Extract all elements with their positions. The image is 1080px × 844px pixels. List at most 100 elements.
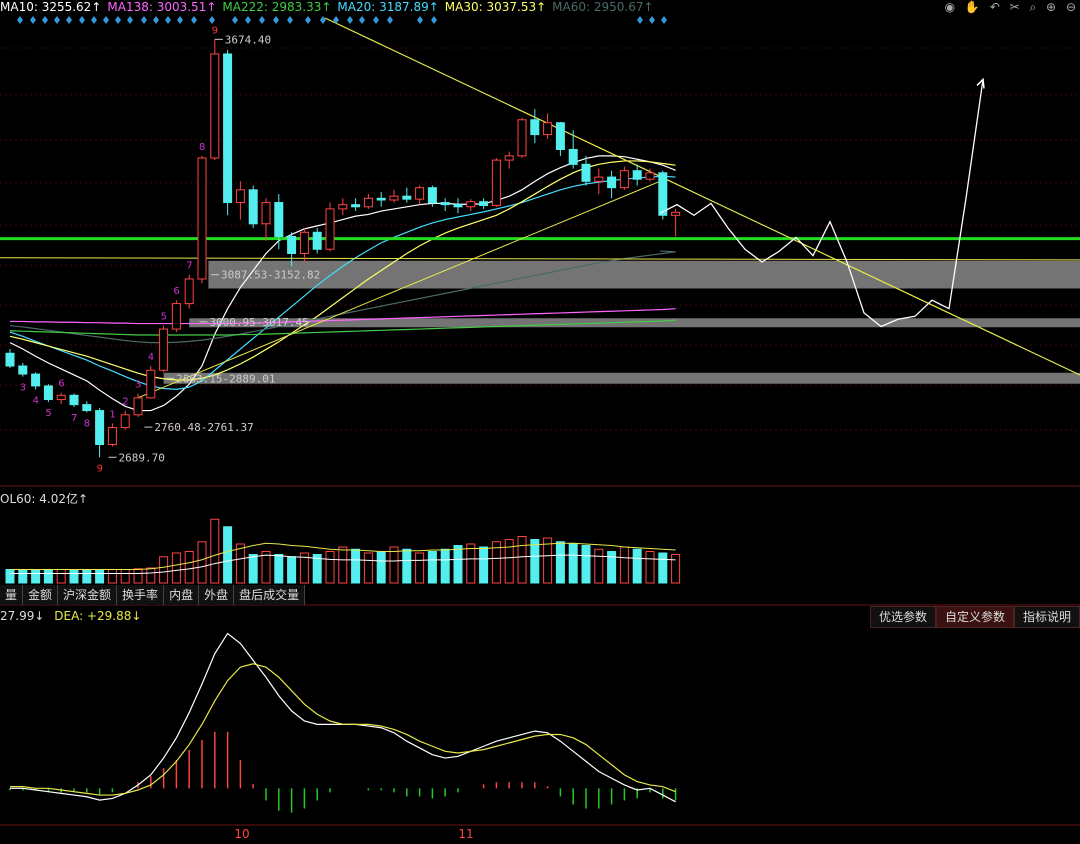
signal-diamond [287,16,293,24]
candle-body [56,394,66,401]
ma-legend-item: MA138: 3003.51↑ [107,0,217,14]
candle-body [299,231,309,254]
signal-diamond [661,16,667,24]
signal-diamond [232,16,238,24]
candle-body [5,352,15,367]
volume-bar [555,541,565,584]
volume-bar [376,551,386,584]
macd-dif-line [10,632,676,803]
price-annotation: 2863.15-2889.01 [176,372,275,385]
volume-bar [223,526,233,584]
price-annotation: 2689.70 [119,451,165,464]
volume-bar [69,569,79,584]
candle-body [453,204,463,208]
candle-body [543,122,553,136]
volume-bar [274,554,284,584]
candle-body [619,170,629,189]
volume-bar [95,569,105,584]
volume-bar [120,569,130,584]
chart-toolbar: ◉ ✋ ↶ ✂ ⌕ ⊕ ⊖ [939,0,1076,14]
candle-body [363,197,373,208]
indicator-tab[interactable]: 内盘 [164,585,200,605]
candle-body [338,204,348,210]
signal-diamond [115,16,121,24]
candle-body [632,170,642,180]
price-annotation: 3000.95-3017.45 [209,316,308,329]
signal-diamond [417,16,423,24]
volume-bar [159,556,169,584]
candle-body [18,365,28,375]
volume-bar [543,537,553,584]
volume-bar [594,548,604,584]
signal-diamond [359,16,365,24]
zoom-in-icon[interactable]: ⊕ [1046,0,1056,14]
signal-diamond [165,16,171,24]
volume-bar [56,569,66,584]
candle-body [671,211,681,216]
signal-diamond [373,16,379,24]
indicator-tab[interactable]: 沪深金额 [58,585,118,605]
candle-body [645,172,655,180]
ma-legend: MA10: 3255.62↑ MA138: 3003.51↑ MA222: 2983… [0,0,660,14]
ma-legend-item: MA20: 3187.89↑ [337,0,439,14]
volume-bar [338,546,348,584]
candle-body [581,163,591,182]
volume-bar [658,552,668,584]
zoom-out-icon[interactable]: ⊖ [1066,0,1076,14]
td-count-label: 8 [199,142,205,153]
td-count-label: 3 [20,383,26,394]
param-button[interactable]: 优选参数 [869,606,936,628]
volume-bar [389,546,399,584]
candle-body [223,53,233,204]
volume-label: OL60: 4.02亿↑ [0,492,89,506]
volume-bar [197,541,207,584]
signal-diamond [177,16,183,24]
scissors-icon[interactable]: ✂ [1010,0,1020,14]
candle-body [415,187,425,200]
candle-body [402,195,412,200]
undo-icon[interactable]: ↶ [990,0,1000,14]
volume-bar [632,548,642,584]
candle-body [389,195,399,201]
candle-body [376,197,386,201]
candle-body [517,119,527,157]
hand-icon[interactable]: ✋ [965,0,980,14]
candle-body [184,278,194,305]
volume-bar [31,569,41,584]
indicator-tab[interactable]: 量 [0,585,24,605]
candle-body [440,202,450,206]
macd-dif-value: 27.99↓ [0,609,45,623]
indicator-tab[interactable]: 换手率 [117,585,165,605]
candle-body [210,53,220,159]
volume-bar [568,543,578,584]
candle-body [427,187,437,204]
indicator-tabs: 量金额 沪深金额 换手率 内盘 外盘 盘后成交量 [0,585,306,605]
eye-icon[interactable]: ◉ [945,0,955,14]
param-button[interactable]: 自定义参数 [935,606,1014,628]
candle-body [159,328,169,371]
candle-body [287,236,297,254]
volume-bar [363,552,373,584]
candle-body [82,404,92,412]
candle-body [43,385,53,401]
candle-body [530,119,540,136]
candle-body [146,369,156,399]
indicator-tab[interactable]: 外盘 [199,585,235,605]
price-annotation: 2760.48-2761.37 [154,421,253,434]
volume-bar [133,568,143,584]
td-count-label: 5 [45,408,51,419]
candle-body [351,204,361,208]
search-icon[interactable]: ⌕ [1029,0,1036,14]
indicator-tab[interactable]: 盘后成交量 [234,585,306,605]
param-button[interactable]: 指标说明 [1013,606,1080,628]
volume-bar [287,556,297,584]
candle-body [133,397,143,416]
indicator-tab[interactable]: 金额 [23,585,59,605]
signal-diamond [42,16,48,24]
param-buttons: 优选参数 自定义参数 指标说明 [869,606,1080,628]
ma-legend-item: MA30: 3037.53↑ [444,0,547,14]
candle-body [171,303,181,330]
signal-diamond [17,16,23,24]
stock-chart-canvas[interactable]: 34567 891234567893674.403087.53-3152.8230… [0,0,1080,844]
volume-bar [402,548,412,584]
